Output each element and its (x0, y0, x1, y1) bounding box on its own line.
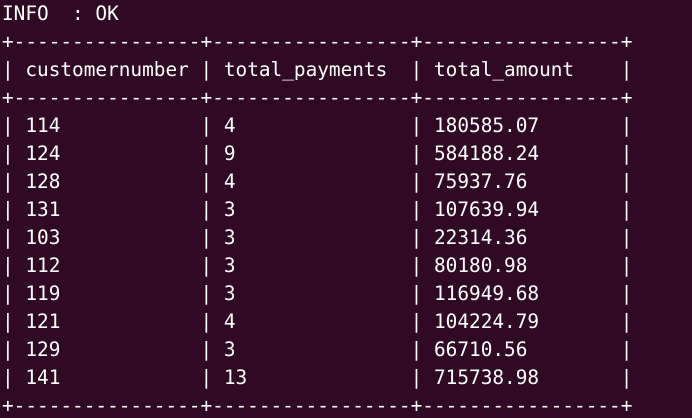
table-row: | 121 | 4 | 104224.79 | (2, 308, 632, 336)
column-separator: | (620, 142, 633, 165)
table-cell: 131 (13, 198, 201, 221)
table-row: | 103 | 3 | 22314.36 | (2, 224, 632, 252)
table-row: | 119 | 3 | 116949.68 | (2, 280, 632, 308)
column-separator: | (200, 338, 213, 361)
table-row: | 131 | 3 | 107639.94 | (2, 196, 632, 224)
column-separator: | (200, 310, 213, 333)
column-separator: | (410, 366, 423, 389)
column-separator: | (620, 282, 633, 305)
column-separator: | (410, 170, 423, 193)
column-header: total_payments (212, 58, 411, 81)
table-cell: 180585.07 (422, 114, 621, 137)
table-cell: 75937.76 (422, 170, 621, 193)
column-separator: | (200, 254, 213, 277)
column-separator: | (200, 170, 213, 193)
table-cell: 3 (212, 282, 411, 305)
column-separator: | (620, 310, 633, 333)
table-cell: 116949.68 (422, 282, 621, 305)
table-cell: 3 (212, 338, 411, 361)
column-separator: | (410, 198, 423, 221)
column-separator: | (410, 58, 423, 81)
table-cell: 3 (212, 198, 411, 221)
table-cell: 129 (13, 338, 201, 361)
table-row: | 141 | 13 | 715738.98 | (2, 364, 632, 392)
column-separator: | (200, 226, 213, 249)
table-cell: 584188.24 (422, 142, 621, 165)
column-separator: | (200, 366, 213, 389)
table-border-top: +----------------+-----------------+----… (2, 30, 633, 53)
column-separator: | (410, 254, 423, 277)
table-cell: 141 (13, 366, 201, 389)
column-separator: | (620, 366, 633, 389)
table-row: | 112 | 3 | 80180.98 | (2, 252, 632, 280)
column-separator: | (620, 58, 633, 81)
table-border-header: +----------------+-----------------+----… (2, 86, 633, 109)
table-cell: 13 (212, 366, 411, 389)
column-separator: | (2, 226, 14, 249)
column-separator: | (620, 170, 633, 193)
table-cell: 80180.98 (422, 254, 621, 277)
column-separator: | (2, 170, 14, 193)
column-separator: | (200, 282, 213, 305)
table-cell: 112 (13, 254, 201, 277)
column-separator: | (410, 338, 423, 361)
column-separator: | (2, 338, 14, 361)
table-cell: 3 (212, 254, 411, 277)
column-separator: | (2, 366, 14, 389)
table-row: | 129 | 3 | 66710.56 | (2, 336, 632, 364)
table-cell: 715738.98 (422, 366, 621, 389)
column-separator: | (410, 310, 423, 333)
table-cell: 107639.94 (422, 198, 621, 221)
table-row: | 124 | 9 | 584188.24 | (2, 140, 632, 168)
column-separator: | (410, 226, 423, 249)
column-separator: | (200, 198, 213, 221)
column-separator: | (410, 114, 423, 137)
column-separator: | (620, 338, 633, 361)
column-separator: | (2, 58, 14, 81)
column-separator: | (620, 198, 633, 221)
terminal-window[interactable]: INFO : OK +----------------+------------… (0, 0, 692, 418)
table-border-bottom: +----------------+-----------------+----… (2, 394, 633, 417)
table-cell: 124 (13, 142, 201, 165)
column-separator: | (2, 198, 14, 221)
status-line: INFO : OK (2, 2, 119, 25)
table-cell: 4 (212, 114, 411, 137)
column-separator: | (620, 114, 633, 137)
column-separator: | (200, 142, 213, 165)
column-separator: | (2, 114, 14, 137)
column-separator: | (2, 142, 14, 165)
table-cell: 121 (13, 310, 201, 333)
table-cell: 4 (212, 170, 411, 193)
column-separator: | (200, 114, 213, 137)
table-cell: 4 (212, 310, 411, 333)
table-cell: 66710.56 (422, 338, 621, 361)
column-separator: | (2, 310, 14, 333)
table-cell: 3 (212, 226, 411, 249)
table-cell: 9 (212, 142, 411, 165)
column-separator: | (2, 254, 14, 277)
table-cell: 119 (13, 282, 201, 305)
table-row: | 128 | 4 | 75937.76 | (2, 168, 632, 196)
column-header: customernumber (13, 58, 201, 81)
table-cell: 128 (13, 170, 201, 193)
table-cell: 103 (13, 226, 201, 249)
table-header-row: | customernumber | total_payments | tota… (2, 56, 632, 84)
column-separator: | (410, 282, 423, 305)
column-separator: | (410, 142, 423, 165)
column-separator: | (2, 282, 14, 305)
table-cell: 22314.36 (422, 226, 621, 249)
table-cell: 104224.79 (422, 310, 621, 333)
column-header: total_amount (422, 58, 621, 81)
column-separator: | (620, 226, 633, 249)
table-row: | 114 | 4 | 180585.07 | (2, 112, 632, 140)
column-separator: | (620, 254, 633, 277)
column-separator: | (200, 58, 213, 81)
table-cell: 114 (13, 114, 201, 137)
